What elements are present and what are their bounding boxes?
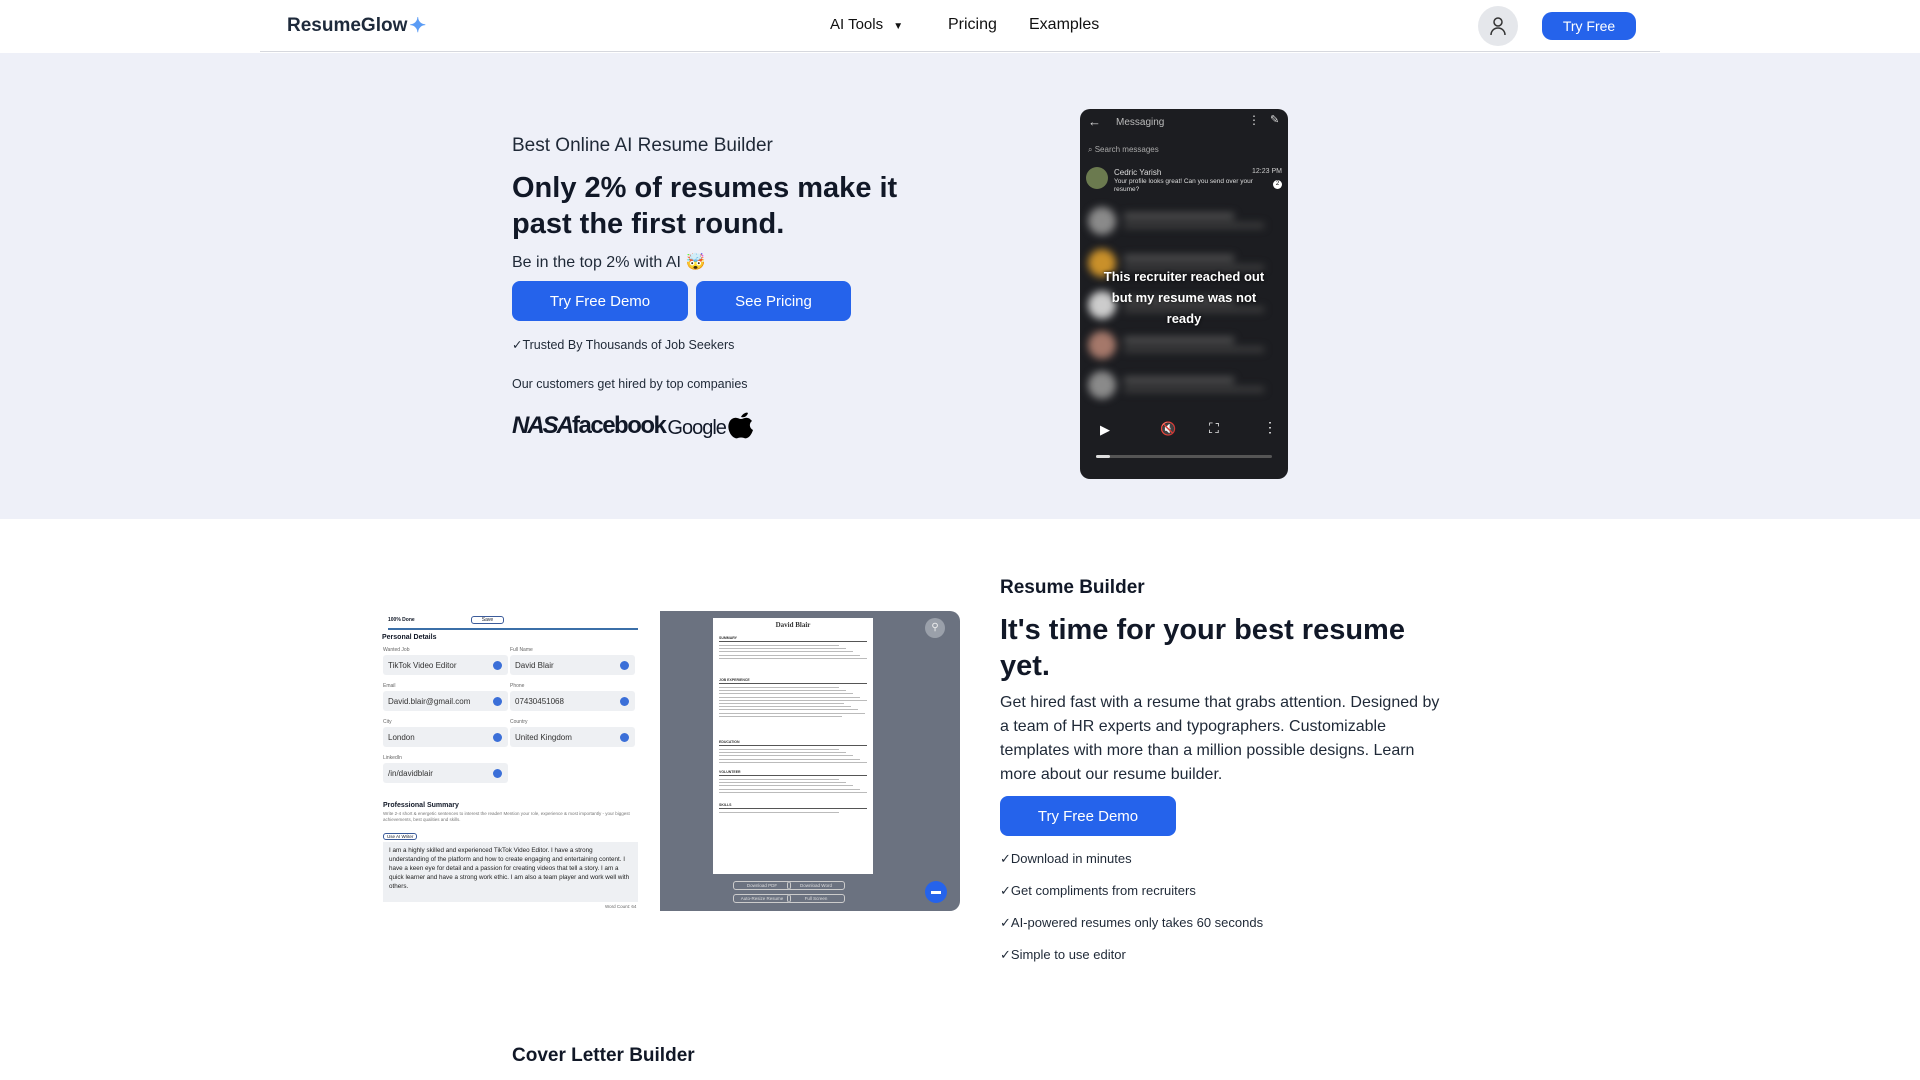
caret-down-icon: ▼ [893, 21, 904, 32]
hero-eyebrow: Best Online AI Resume Builder [512, 135, 773, 156]
section-body: Get hired fast with a resume that grabs … [1000, 694, 1440, 783]
trust-text: ✓Trusted By Thousands of Job Seekers [512, 338, 735, 352]
check-circle-icon [620, 697, 629, 706]
mind-blown-emoji: 🤯 [685, 254, 706, 271]
section-eyebrow: Resume Builder [1000, 577, 1145, 598]
contact-name: Cedric Yarish [1114, 168, 1162, 177]
hero-subtitle: Be in the top 2% with AI 🤯 [512, 254, 706, 271]
unread-badge: 2 [1273, 180, 1282, 189]
cover-letter-eyebrow: Cover Letter Builder [512, 1045, 695, 1066]
preview-action-button: Download Word [787, 881, 845, 890]
hero-headline-2: past the first round. [512, 208, 785, 240]
video-options-icon[interactable]: ⋮ [1263, 419, 1277, 436]
preview-action-button: Auto-Resize Resume [733, 894, 791, 903]
nav-examples[interactable]: Examples [1029, 16, 1099, 34]
compose-icon: ✎ [1270, 114, 1280, 126]
chat-icon: ▬ [925, 881, 947, 903]
check-circle-icon [620, 733, 629, 742]
progress-label: 100% Done [388, 617, 415, 623]
field-label: Country [510, 719, 528, 725]
resume-section-heading: EDUCATION [719, 740, 740, 744]
nav-ai-tools[interactable]: AI Tools ▼ [830, 16, 903, 33]
try-free-demo-button-2[interactable]: Try Free Demo [1000, 796, 1176, 836]
field-value: London [383, 727, 508, 747]
contact-avatar [1086, 167, 1108, 189]
logo[interactable]: ResumeGlow ✦ [287, 13, 426, 38]
company-logos: NASA facebook Google [512, 408, 756, 440]
field-label: Wanted Job [383, 647, 410, 653]
resume-section-heading: JOB EXPERIENCE [719, 678, 750, 682]
summary-title: Professional Summary [383, 802, 459, 809]
word-count: Word Count: 64 [605, 904, 637, 909]
field-label: Email [383, 683, 396, 689]
sparkle-icon: ✦ [409, 15, 427, 37]
demo-video[interactable]: ← Messaging ⋮ ✎ ⌕ Search messages Cedric… [1080, 109, 1288, 479]
form-preview-image: 100% Done Save Personal Details Wanted J… [360, 611, 640, 911]
preview-action-button: Full Screen [787, 894, 845, 903]
apple-logo [728, 412, 753, 439]
field-label: City [383, 719, 392, 725]
feature-check: ✓Get compliments from recruiters [1000, 883, 1196, 898]
back-arrow-icon: ← [1088, 114, 1101, 129]
field-label: Phone [510, 683, 525, 689]
hero-section [0, 53, 1920, 519]
check-circle-icon [493, 661, 502, 670]
feature-check: ✓Download in minutes [1000, 851, 1132, 866]
facebook-logo: facebook [572, 412, 667, 439]
resume-document: David Blair SUMMARY JOB EXPERIENCE EDUCATI… [713, 618, 873, 874]
play-icon[interactable]: ▶ [1100, 422, 1110, 438]
fullscreen-icon[interactable]: ⛶ [1209, 420, 1219, 437]
resume-section-heading: VOLUNTEER [719, 770, 741, 774]
resume-preview-image: David Blair SUMMARY JOB EXPERIENCE EDUCATI… [660, 611, 960, 911]
nav-pricing[interactable]: Pricing [948, 16, 997, 34]
feature-check: ✓AI-powered resumes only takes 60 second… [1000, 915, 1264, 930]
resume-name: David Blair [775, 621, 811, 629]
search-messages: ⌕ Search messages [1088, 145, 1159, 154]
feature-check: ✓Simple to use editor [1000, 947, 1126, 962]
video-app-title: Messaging [1116, 117, 1165, 128]
try-free-button[interactable]: Try Free [1542, 12, 1636, 40]
field-value: United Kingdom [510, 727, 635, 747]
try-free-demo-button[interactable]: Try Free Demo [512, 281, 688, 321]
video-caption: This recruiter reached out but my resume… [1103, 269, 1265, 326]
summary-text: I am a highly skilled and experienced Ti… [383, 842, 638, 902]
check-circle-icon [493, 697, 502, 706]
section-headline-1: It's time for your best resume [1000, 614, 1405, 646]
resume-section-heading: SKILLS [719, 803, 732, 807]
check-circle-icon [620, 661, 629, 670]
field-value: David.blair@gmail.com [383, 691, 508, 711]
save-button: Save [471, 616, 504, 624]
user-icon [1490, 17, 1506, 36]
field-value: /in/davidblair [383, 763, 508, 783]
field-value: TikTok Video Editor [383, 655, 508, 675]
see-pricing-button[interactable]: See Pricing [696, 281, 851, 321]
check-circle-icon [493, 769, 502, 778]
account-button[interactable] [1478, 6, 1518, 46]
video-progress-bar[interactable] [1096, 455, 1272, 458]
resume-section-heading: SUMMARY [719, 636, 737, 640]
user-icon: ⚲ [925, 618, 945, 638]
ai-writer-button: Use AI Writer [383, 833, 418, 840]
preview-action-button: Download PDF [733, 881, 791, 890]
field-value: 07430451068 [510, 691, 635, 711]
more-icon: ⋮ [1248, 113, 1260, 127]
mute-icon[interactable]: 🔇 [1160, 421, 1176, 437]
field-label: Full Name [510, 647, 533, 653]
section-title: Personal Details [382, 634, 437, 641]
section-headline-2: yet. [1000, 650, 1050, 682]
field-label: LinkedIn [383, 755, 402, 761]
google-logo: Google [667, 417, 726, 439]
field-value: David Blair [510, 655, 635, 675]
message-time: 12:23 PM [1252, 168, 1282, 175]
nasa-logo: NASA [512, 412, 574, 439]
check-circle-icon [493, 733, 502, 742]
message-preview: Your profile looks great! Can you send o… [1114, 178, 1253, 193]
site-header: ResumeGlow ✦ AI Tools ▼ Pricing Examples … [260, 0, 1660, 52]
summary-hint: Write 2-4 short & energetic sentences to… [383, 811, 630, 822]
hero-headline-1: Only 2% of resumes make it [512, 172, 898, 204]
companies-label: Our customers get hired by top companies [512, 377, 748, 391]
